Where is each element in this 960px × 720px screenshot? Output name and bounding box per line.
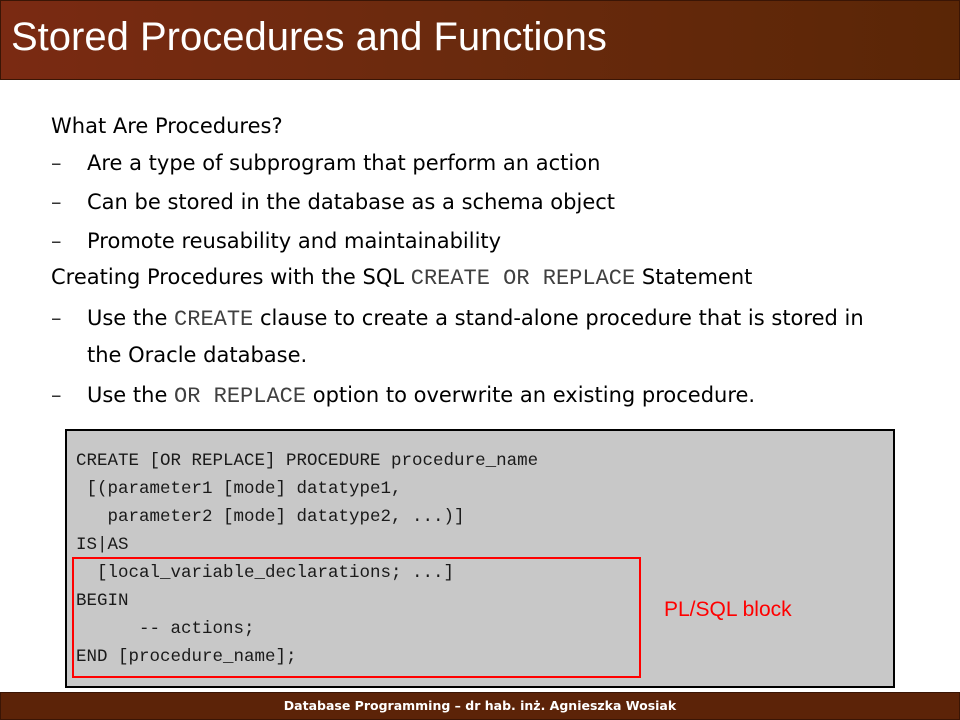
bullet-dash: – (51, 151, 62, 175)
plsql-block-label: PL/SQL block (664, 598, 792, 621)
bullet-item: Promote reusability and maintainability (87, 229, 502, 253)
bullet-dash: – (51, 306, 62, 330)
heading-text: Creating Procedures with the SQL (51, 265, 411, 289)
bullet-item-or-replace: Use the OR REPLACE option to overwrite a… (87, 383, 755, 409)
code-line: CREATE [OR REPLACE] PROCEDURE procedure_… (76, 451, 539, 471)
bullet-text: option to overwrite an existing procedur… (306, 383, 756, 407)
footer-text: Database Programming – dr hab. inż. Agni… (283, 698, 677, 713)
heading-what-are-procedures: What Are Procedures? (51, 114, 283, 138)
slide-title: Stored Procedures and Functions (11, 15, 607, 59)
bullet-item-create: Use the CREATE clause to create a stand-… (87, 306, 864, 332)
bullet-code: CREATE (174, 307, 254, 332)
heading-text: Statement (635, 265, 753, 289)
code-line: IS|AS (76, 535, 129, 555)
bullet-code: OR REPLACE (174, 384, 307, 409)
bullet-text: Use the (87, 306, 175, 330)
bullet-text: clause to create a stand-alone procedure… (253, 306, 864, 330)
bullet-dash: – (51, 229, 62, 253)
heading-creating-procedures: Creating Procedures with the SQL CREATE … (51, 265, 752, 291)
bullet-dash: – (51, 383, 62, 407)
heading-code: CREATE OR REPLACE (410, 266, 636, 291)
slide-title-bar: Stored Procedures and Functions (0, 0, 960, 80)
bullet-item: Are a type of subprogram that perform an… (87, 151, 601, 175)
bullet-item: Can be stored in the database as a schem… (87, 190, 616, 214)
bullet-dash: – (51, 190, 62, 214)
bullet-text: Use the (87, 383, 175, 407)
plsql-block-highlight (72, 557, 641, 678)
bullet-item-continuation: the Oracle database. (87, 343, 308, 367)
code-line: parameter2 [mode] datatype2, ...)] (76, 507, 465, 527)
code-line: [(parameter1 [mode] datatype1, (76, 479, 402, 499)
slide-footer: Database Programming – dr hab. inż. Agni… (0, 692, 960, 720)
